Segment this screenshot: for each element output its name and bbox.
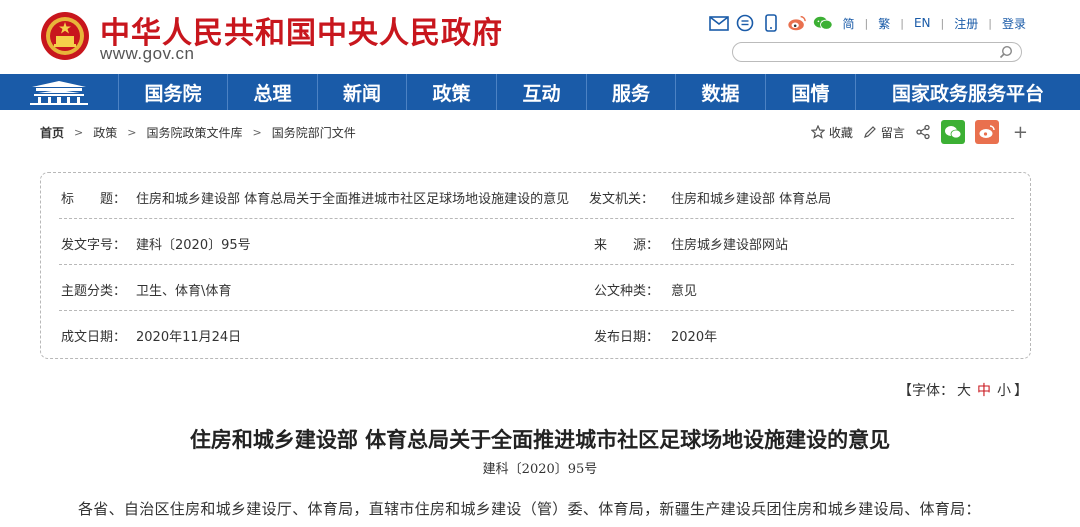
chat-icon[interactable]: [735, 14, 755, 32]
info-row-title: 标 题： 住房和城乡建设部 体育总局关于全面推进城市社区足球场地设施建设的意见 …: [59, 173, 1014, 219]
chevron-right-icon: >: [74, 126, 84, 139]
mobile-icon[interactable]: [761, 14, 781, 32]
star-icon: [810, 125, 825, 139]
weibo-icon[interactable]: [787, 14, 807, 32]
breadcrumb-row: 首页 > 政策 > 国务院政策文件库 > 国务院部门文件 收藏 留言 +: [0, 110, 1080, 154]
source-value: 住房城乡建设部网站: [671, 238, 789, 253]
mail-icon[interactable]: [708, 14, 729, 32]
pub-value: 2020年: [671, 330, 718, 345]
site-header: 中华人民共和国中央人民政府 www.gov.cn 简 | 繁 | EN | 注册…: [0, 0, 1080, 74]
lang-english[interactable]: EN: [910, 16, 935, 30]
article-body-paragraph: 各省、自治区住房和城乡建设厅、体育局，直辖市住房和城乡建设（管）委、体育局，新疆…: [78, 500, 981, 518]
weibo-share-icon[interactable]: [974, 120, 999, 144]
chevron-right-icon: >: [252, 126, 262, 139]
nav-item-gov-service-platform[interactable]: 国家政务服务平台: [855, 74, 1080, 110]
lang-traditional[interactable]: 繁: [874, 15, 894, 32]
type-label: 公文种类：: [594, 284, 660, 299]
favorite-label: 收藏: [828, 125, 853, 140]
nav-item-policy[interactable]: 政策: [406, 74, 496, 110]
title-value: 住房和城乡建设部 体育总局关于全面推进城市社区足球场地设施建设的意见: [136, 192, 570, 207]
breadcrumb-dept-docs[interactable]: 国务院部门文件: [272, 124, 356, 141]
site-url: www.gov.cn: [100, 44, 195, 63]
search-icon[interactable]: [999, 45, 1013, 59]
topic-label: 主题分类：: [61, 284, 127, 299]
font-ctrl-prefix: 【字体：: [898, 383, 954, 399]
type-value: 意见: [671, 284, 698, 299]
share-tools: 收藏 留言 +: [810, 120, 1028, 144]
register-link[interactable]: 注册: [950, 15, 982, 32]
login-link[interactable]: 登录: [998, 15, 1030, 32]
favorite-button[interactable]: 收藏: [810, 124, 853, 141]
wechat-share-icon[interactable]: [940, 120, 965, 144]
comment-label: 留言: [880, 125, 905, 140]
font-small-button[interactable]: 小: [994, 383, 1014, 399]
article-docno: 建科〔2020〕95号: [482, 462, 598, 477]
nav-item-news[interactable]: 新闻: [317, 74, 406, 110]
docno-label: 发文字号：: [61, 238, 127, 253]
info-row-docno: 发文字号： 建科〔2020〕95号 来 源： 住房城乡建设部网站: [59, 219, 1014, 265]
chevron-right-icon: >: [127, 126, 137, 139]
font-ctrl-suffix: 】: [1014, 383, 1028, 399]
pub-label: 发布日期：: [594, 330, 660, 345]
info-row-topic: 主题分类： 卫生、体育\体育 公文种类： 意见: [59, 265, 1014, 311]
wechat-icon[interactable]: [813, 14, 833, 32]
nav-item-national-info[interactable]: 国情: [765, 74, 855, 110]
separator: |: [988, 16, 992, 30]
comment-button[interactable]: 留言: [863, 124, 905, 141]
nav-item-data[interactable]: 数据: [675, 74, 765, 110]
top-tools: 简 | 繁 | EN | 注册 | 登录: [708, 14, 1031, 32]
breadcrumb-policy[interactable]: 政策: [93, 124, 117, 141]
share-icon[interactable]: [915, 124, 931, 140]
more-share-button[interactable]: +: [1009, 122, 1028, 143]
date-value: 2020年11月24日: [136, 330, 242, 345]
nav-item-state-council[interactable]: 国务院: [118, 74, 227, 110]
pencil-icon: [863, 126, 876, 138]
topic-value: 卫生、体育\体育: [136, 284, 232, 299]
info-row-date: 成文日期： 2020年11月24日 发布日期： 2020年: [59, 311, 1014, 357]
date-label: 成文日期：: [61, 330, 127, 345]
issuer-label: 发文机关：: [589, 192, 655, 207]
gate-logo-icon[interactable]: [0, 74, 118, 110]
title-label: 标 题：: [61, 192, 127, 207]
breadcrumb-policy-library[interactable]: 国务院政策文件库: [146, 124, 242, 141]
docno-value: 建科〔2020〕95号: [136, 238, 251, 253]
lang-simplified[interactable]: 简: [839, 15, 859, 32]
font-size-control: 【字体：大中小】: [898, 380, 1028, 400]
breadcrumb: 首页 > 政策 > 国务院政策文件库 > 国务院部门文件: [40, 124, 356, 141]
separator: |: [864, 16, 869, 30]
issuer-value: 住房和城乡建设部 体育总局: [671, 192, 832, 207]
separator: |: [900, 16, 904, 30]
main-nav: 国务院 总理 新闻 政策 互动 服务 数据 国情 国家政务服务平台: [0, 74, 1080, 110]
font-large-button[interactable]: 大: [954, 383, 974, 399]
article-title: 住房和城乡建设部 体育总局关于全面推进城市社区足球场地设施建设的意见: [189, 427, 891, 452]
source-label: 来 源：: [594, 238, 660, 253]
document-info-box: 标 题： 住房和城乡建设部 体育总局关于全面推进城市社区足球场地设施建设的意见 …: [40, 172, 1031, 359]
search-input[interactable]: [732, 42, 1022, 62]
nav-item-interaction[interactable]: 互动: [496, 74, 586, 110]
breadcrumb-home[interactable]: 首页: [40, 124, 64, 141]
nav-item-premier[interactable]: 总理: [227, 74, 317, 110]
nav-item-services[interactable]: 服务: [586, 74, 675, 110]
national-emblem-icon[interactable]: [40, 10, 90, 62]
separator: |: [940, 16, 945, 30]
font-medium-button[interactable]: 中: [974, 383, 994, 399]
